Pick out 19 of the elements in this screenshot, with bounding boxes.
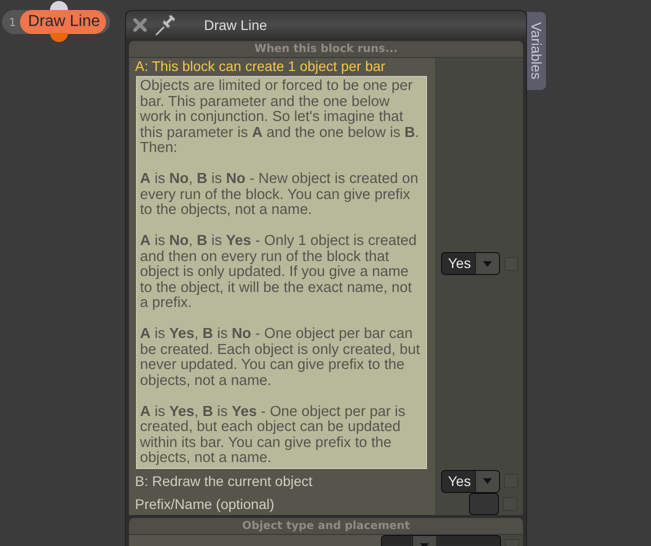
side-tab[interactable]: Variables [527,12,546,90]
dropdown[interactable]: Yes [441,252,500,276]
description-paragraph: A is Yes, B is Yes - One object per par is created, but each object can be updated within its bar. You can give prefix to the objects, not a name. [140,404,406,466]
caret-icon [482,478,492,484]
dropdown[interactable]: Yes [441,470,500,492]
input-field[interactable] [469,492,499,514]
close-icon[interactable] [132,16,148,32]
caret-icon [482,260,492,267]
pin-icon[interactable] [154,12,178,36]
parameter-label: Prefix/Name (optional) [135,494,276,514]
parameter-label: B: Redraw the current object [135,472,314,491]
parameter-label: A: This block can create 1 object per bar [135,58,386,75]
description-paragraph: Objects are limited or forced to be one per bar. This parameter and the one below work in conjunction. So let's imagine that this parameter is A and the one below is B. Then: [140,79,420,156]
node-index: 1 [8,16,17,28]
window-title: Draw Line [204,16,268,32]
node-label[interactable]: Draw Line [20,10,106,34]
description-paragraph: A is No, B is No - New object is created on every run of the block. You can give prefix to the objects, not a name. [140,172,420,218]
description-paragraph: A is No, B is Yes - Only 1 object is created and then on every run of the block that object is only updated. If you give a name to the object, it will be the exact name, not a prefix. [140,234,418,312]
description-paragraph: A is Yes, B is No - One object per bar can be created. Each object is only created, but never updated. You can give prefix to the objects, not a name. [140,327,421,389]
